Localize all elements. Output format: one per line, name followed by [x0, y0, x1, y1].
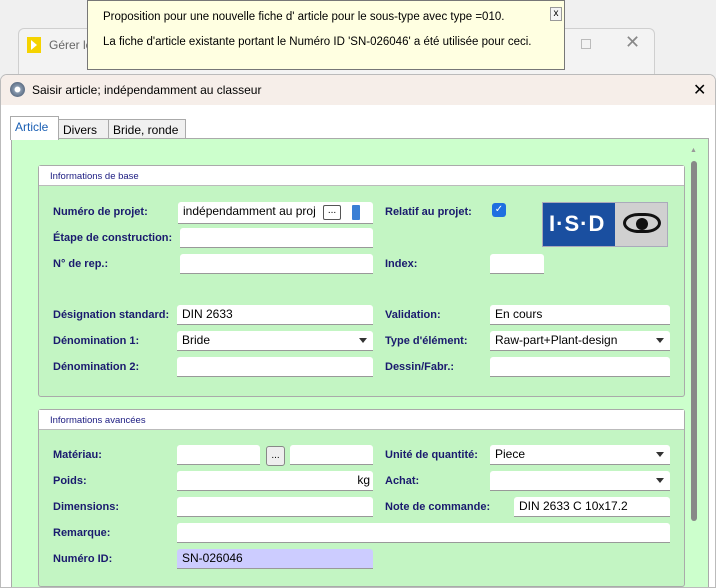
- binder-icon[interactable]: [352, 205, 360, 220]
- dimensions-field[interactable]: [177, 497, 373, 517]
- unit-select[interactable]: Piece: [490, 445, 670, 465]
- tooltip-line-2: La fiche d'article existante portant le …: [103, 36, 532, 48]
- relative-label: Relatif au projet:: [385, 206, 472, 218]
- order-note-label: Note de commande:: [385, 501, 491, 513]
- isd-logo: I·S·D: [542, 202, 668, 247]
- project-value: indépendamment au proj: [183, 204, 316, 218]
- name1-label: Dénomination 1:: [53, 335, 140, 347]
- rep-field[interactable]: [180, 254, 373, 274]
- dialog: Saisir article; indépendamment au classe…: [0, 74, 716, 588]
- dialog-close-button[interactable]: ✕: [693, 80, 706, 100]
- tooltip-line-1: Proposition pour une nouvelle fiche d' a…: [103, 11, 505, 23]
- scrollbar[interactable]: ▲: [688, 147, 700, 587]
- chevron-down-icon: [656, 338, 664, 343]
- background-window-title: Gérer le: [49, 38, 93, 52]
- validation-label: Validation:: [385, 309, 441, 321]
- weight-field[interactable]: kg: [177, 471, 373, 491]
- advanced-info-header: Informations avancées: [39, 410, 684, 430]
- maximize-icon[interactable]: [581, 39, 591, 49]
- chevron-down-icon: [359, 338, 367, 343]
- std-label: Désignation standard:: [53, 309, 170, 321]
- project-field[interactable]: indépendamment au proj: [178, 202, 373, 224]
- name2-field[interactable]: [177, 357, 373, 377]
- tooltip: Proposition pour une nouvelle fiche d' a…: [87, 0, 565, 70]
- index-field[interactable]: [490, 254, 544, 274]
- basic-info-header: Informations de base: [39, 166, 684, 186]
- type-value: Raw-part+Plant-design: [495, 333, 618, 347]
- article-panel: ▲ Informations de base Numéro de projet:…: [11, 138, 709, 587]
- close-icon[interactable]: ✕: [625, 32, 640, 53]
- validation-field[interactable]: En cours: [490, 305, 670, 325]
- gear-icon: [10, 82, 25, 97]
- remark-field[interactable]: [177, 523, 670, 543]
- project-browse-button[interactable]: ...: [323, 205, 341, 220]
- drawing-field[interactable]: [490, 357, 670, 377]
- material-name-field[interactable]: [290, 445, 373, 465]
- id-label: Numéro ID:: [53, 553, 113, 565]
- tab-bride-ronde[interactable]: Bride, ronde: [108, 119, 186, 139]
- order-note-field[interactable]: DIN 2633 C 10x17.2: [514, 497, 670, 517]
- tab-article[interactable]: Article: [10, 116, 59, 140]
- chevron-down-icon: [656, 452, 664, 457]
- unit-value: Piece: [495, 447, 526, 461]
- chevron-down-icon: [656, 478, 664, 483]
- rep-label: N° de rep.:: [53, 258, 109, 270]
- advanced-info-group: Informations avancées Matériau: ... Unit…: [38, 409, 685, 587]
- dialog-title: Saisir article; indépendamment au classe…: [32, 83, 262, 97]
- material-label: Matériau:: [53, 449, 102, 461]
- dimensions-label: Dimensions:: [53, 501, 120, 513]
- name2-label: Dénomination 2:: [53, 361, 140, 373]
- name1-select[interactable]: Bride: [177, 331, 373, 351]
- name1-value: Bride: [182, 333, 211, 347]
- id-field[interactable]: SN-026046: [177, 549, 373, 569]
- tooltip-close-button[interactable]: x: [550, 7, 562, 21]
- weight-label: Poids:: [53, 475, 87, 487]
- weight-unit: kg: [357, 473, 370, 487]
- material-field[interactable]: [177, 445, 260, 465]
- unit-label: Unité de quantité:: [385, 449, 478, 461]
- tab-divers[interactable]: Divers: [58, 119, 109, 139]
- project-label: Numéro de projet:: [53, 206, 148, 218]
- std-field[interactable]: DIN 2633: [177, 305, 373, 325]
- stage-label: Étape de construction:: [53, 232, 173, 244]
- purchase-label: Achat:: [385, 475, 420, 487]
- material-browse-button[interactable]: ...: [266, 446, 285, 466]
- type-label: Type d'élément:: [385, 335, 468, 347]
- basic-info-group: Informations de base Numéro de projet: i…: [38, 165, 685, 397]
- stage-field[interactable]: [180, 228, 373, 248]
- app-icon: [27, 37, 41, 53]
- remark-label: Remarque:: [53, 527, 111, 539]
- drawing-label: Dessin/Fabr.:: [385, 361, 455, 373]
- relative-checkbox[interactable]: ✓: [492, 203, 506, 217]
- dialog-titlebar: Saisir article; indépendamment au classe…: [1, 75, 715, 105]
- index-label: Index:: [385, 258, 418, 270]
- purchase-select[interactable]: [490, 471, 670, 491]
- type-select[interactable]: Raw-part+Plant-design: [490, 331, 670, 351]
